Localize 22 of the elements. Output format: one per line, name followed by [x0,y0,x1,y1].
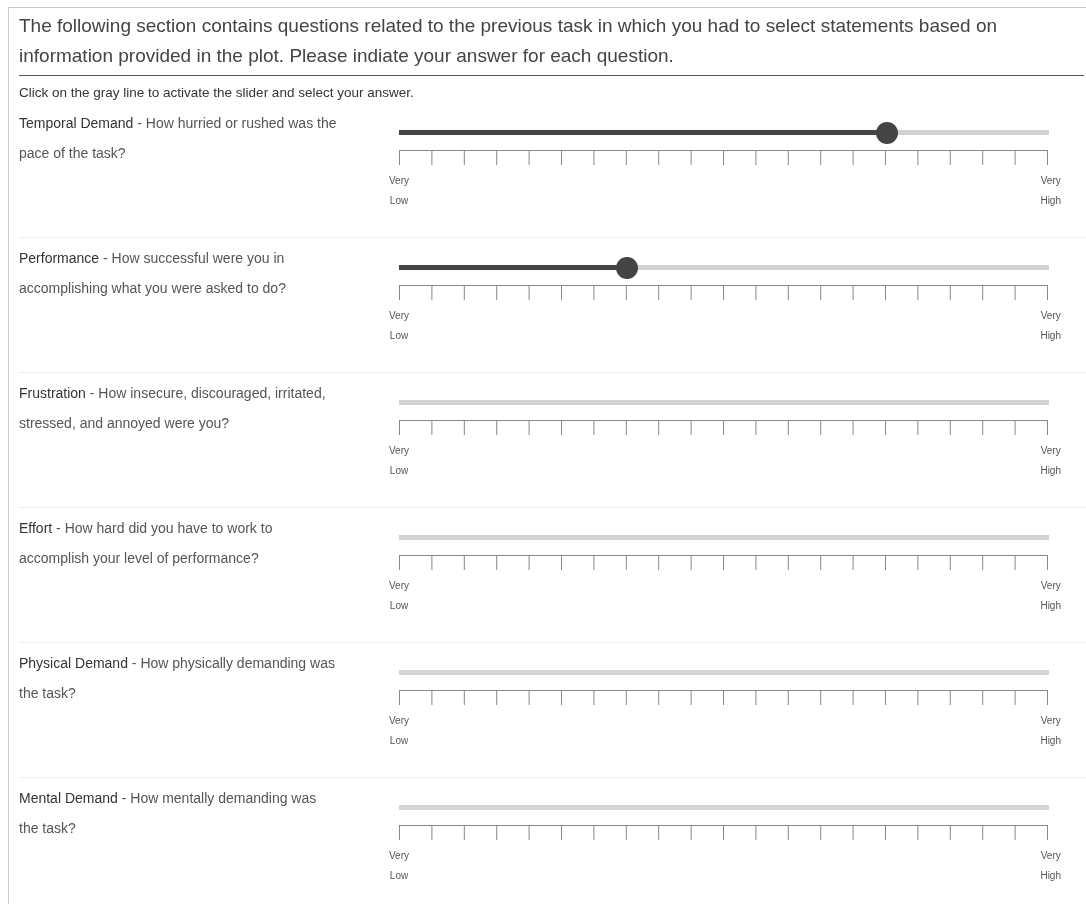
slider-thumb[interactable] [875,122,898,144]
scale-label: Very Low [389,309,409,343]
question-text: Performance - How successful were you in accomplishing what you were asked to do? [19,249,287,298]
scale-label: Very High [1040,714,1061,748]
question-text: Temporal Demand - How hurried or rushed was the pace of the task? [19,114,338,163]
question-text: Physical Demand - How physically demanding was the task? [19,654,336,703]
instruction-text: Click on the gray line to activate the slider and select your answer. [19,84,415,102]
scale-label: Very Low [389,714,409,748]
question-text: Mental Demand - How mentally demanding was the task? [19,789,318,838]
question-text: Effort - How hard did you have to work to accomplish your level of performance? [19,519,274,568]
scale-label: Very Low [389,444,409,478]
question-text: Frustration - How insecure, discouraged, irritated, stressed, and annoyed were you? [19,384,327,433]
slider-thumb[interactable] [615,257,638,279]
scale-label: Very High [1040,309,1061,343]
scale-label: Very High [1040,174,1061,208]
scale-label: Very Low [389,579,409,613]
scale-label: Very High [1040,579,1061,613]
section-header: The following section contains questions related to the previous task in which you had to select statements based on information provided in the plot. Please indiate your answer for each question. [19,8,1084,76]
scale-label: Very Low [389,174,409,208]
scale-label: Very Low [389,849,409,883]
scale-label: Very High [1040,849,1061,883]
scale-label: Very High [1040,444,1061,478]
